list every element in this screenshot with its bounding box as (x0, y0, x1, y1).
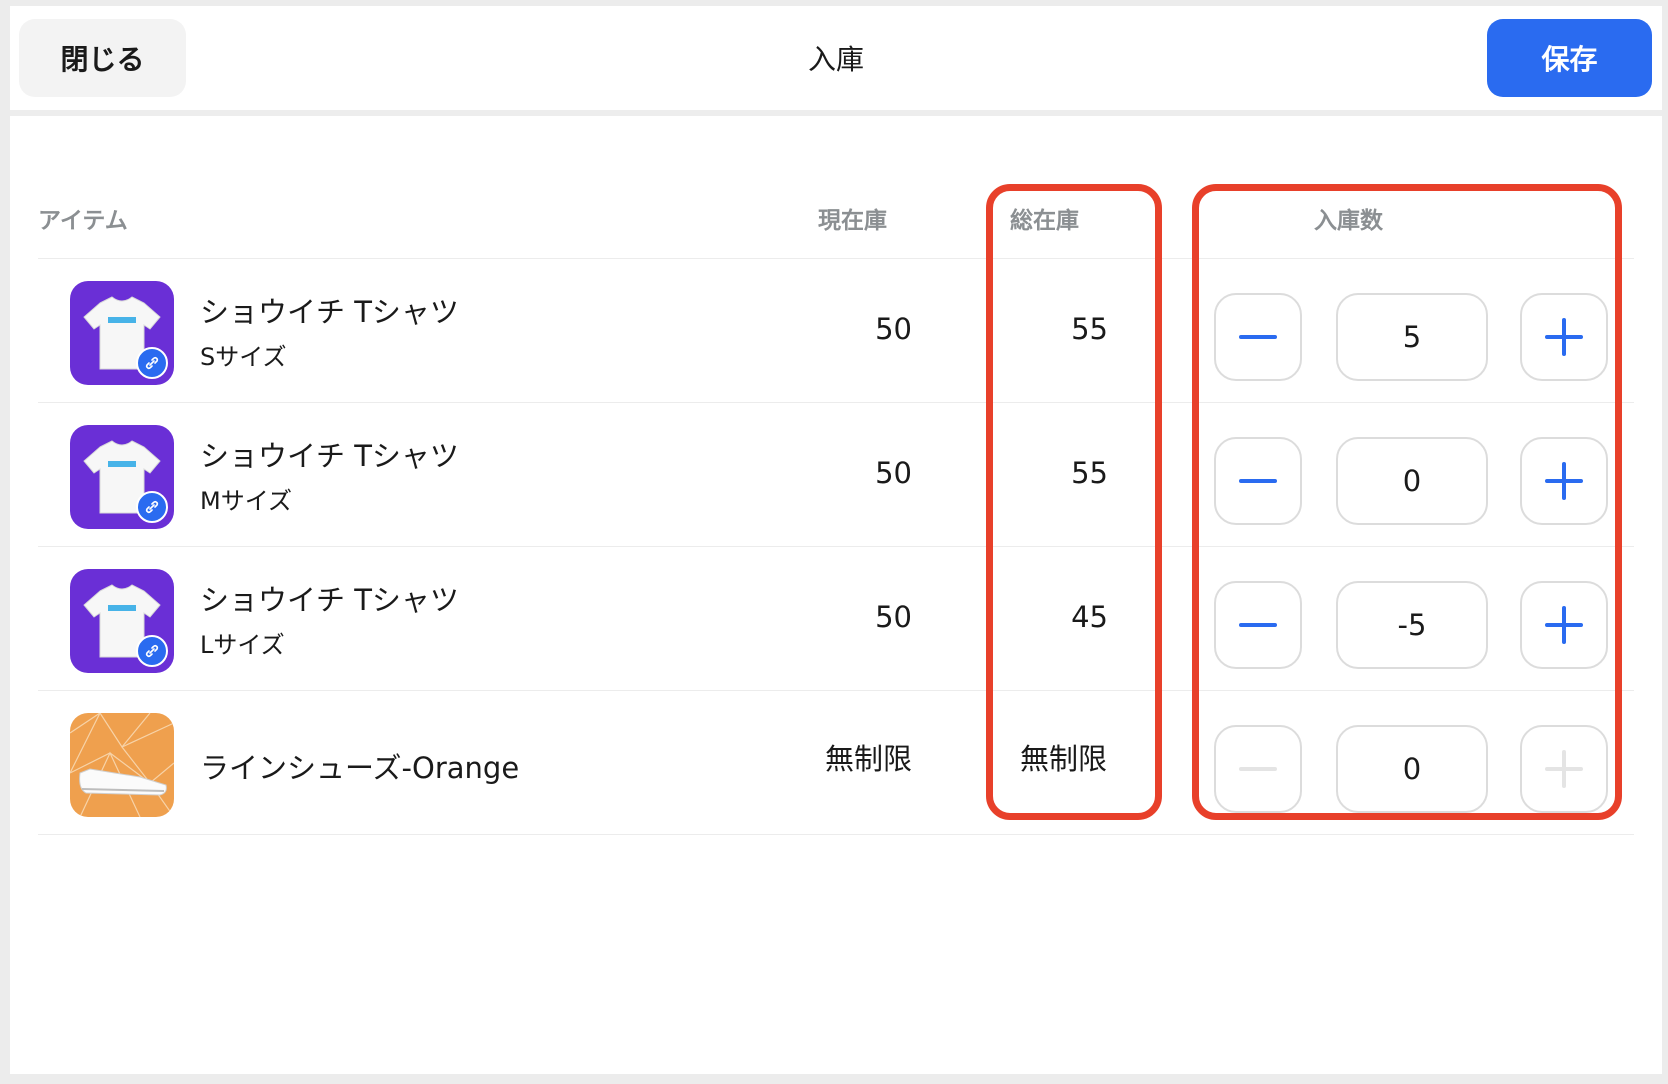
quantity-input[interactable]: -5 (1336, 581, 1488, 669)
plus-icon (1545, 462, 1583, 500)
quantity-input[interactable]: 0 (1336, 725, 1488, 813)
minus-icon (1239, 335, 1277, 339)
table-row: ショウイチ Tシャツ Mサイズ 50 55 0 (38, 403, 1634, 547)
current-stock-value: 50 (875, 312, 912, 346)
link-icon (136, 491, 168, 523)
quantity-input[interactable]: 0 (1336, 437, 1488, 525)
close-button[interactable]: 閉じる (19, 19, 186, 97)
decrement-button[interactable] (1214, 437, 1302, 525)
increment-button[interactable] (1520, 581, 1608, 669)
table-row: ショウイチ Tシャツ Lサイズ 50 45 -5 (38, 547, 1634, 691)
row-divider (38, 834, 1634, 835)
minus-icon (1239, 479, 1277, 483)
item-variant: Sサイズ (200, 343, 287, 371)
item-variant: Lサイズ (200, 631, 285, 659)
item-variant: Mサイズ (200, 487, 292, 515)
current-stock-value: 50 (875, 456, 912, 490)
quantity-input[interactable]: 5 (1336, 293, 1488, 381)
total-stock-value: 55 (1071, 456, 1108, 490)
stock-receive-sheet: 閉じる 入庫 保存 アイテム 現在庫 総在庫 入庫数 ショウイチ Tシャツ Sサ… (10, 6, 1662, 1074)
column-header-quantity: 入庫数 (1314, 208, 1383, 234)
tshirt-thumbnail (70, 281, 174, 385)
link-icon (136, 347, 168, 379)
current-stock-value: 無制限 (824, 742, 912, 776)
header-bar: 閉じる 入庫 保存 (10, 6, 1662, 116)
item-name: ショウイチ Tシャツ (200, 295, 459, 329)
shoe-icon (70, 713, 174, 817)
current-stock-value: 50 (875, 600, 912, 634)
shoe-thumbnail (70, 713, 174, 817)
increment-button[interactable] (1520, 437, 1608, 525)
save-button[interactable]: 保存 (1487, 19, 1652, 97)
tshirt-thumbnail (70, 425, 174, 529)
total-stock-value: 55 (1071, 312, 1108, 346)
item-name: ショウイチ Tシャツ (200, 583, 459, 617)
link-icon (136, 635, 168, 667)
decrement-button[interactable] (1214, 293, 1302, 381)
item-name: ショウイチ Tシャツ (200, 439, 459, 473)
decrement-button-disabled (1214, 725, 1302, 813)
total-stock-value: 45 (1071, 600, 1108, 634)
item-name: ラインシューズ-Orange (200, 751, 520, 785)
minus-icon (1239, 767, 1277, 771)
decrement-button[interactable] (1214, 581, 1302, 669)
plus-icon (1545, 750, 1583, 788)
page-title: 入庫 (807, 43, 864, 76)
total-stock-value: 無制限 (1020, 742, 1108, 776)
plus-icon (1545, 318, 1583, 356)
plus-icon (1545, 606, 1583, 644)
column-header-current-stock: 現在庫 (818, 208, 887, 234)
table-row: ラインシューズ-Orange 無制限 無制限 0 (38, 691, 1634, 835)
increment-button-disabled (1520, 725, 1608, 813)
column-header-total-stock: 総在庫 (1010, 208, 1079, 234)
table-row: ショウイチ Tシャツ Sサイズ 50 55 5 (38, 259, 1634, 403)
tshirt-thumbnail (70, 569, 174, 673)
minus-icon (1239, 623, 1277, 627)
column-header-item: アイテム (38, 208, 128, 234)
increment-button[interactable] (1520, 293, 1608, 381)
